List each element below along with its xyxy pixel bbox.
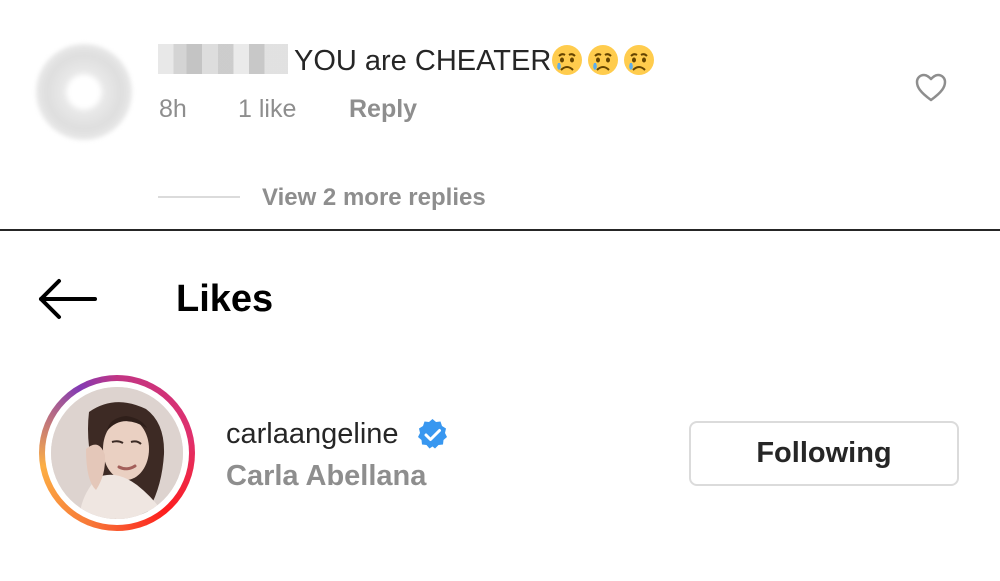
comment-text: YOU are CHEATER <box>294 45 552 77</box>
reply-button[interactable]: Reply <box>349 94 417 124</box>
crying-face-icon <box>588 45 618 75</box>
liker-full-name: Carla Abellana <box>226 460 427 492</box>
following-button[interactable]: Following <box>689 421 959 486</box>
heart-icon[interactable] <box>915 73 947 103</box>
back-arrow-icon[interactable] <box>38 277 98 321</box>
liker-username[interactable]: carlaangeline <box>226 417 399 451</box>
crying-face-icon <box>552 45 582 75</box>
crying-face-icon <box>624 45 654 75</box>
replies-divider <box>158 196 240 198</box>
story-ring[interactable] <box>39 375 195 531</box>
emoji-row <box>550 43 656 77</box>
avatar-border <box>45 381 189 525</box>
likes-panel: Likes carlaangeline Carla Abellana Follo… <box>0 231 1000 581</box>
page-title: Likes <box>176 278 274 320</box>
comment-time: 8h <box>159 95 187 123</box>
comment-panel: YOU are CHEATER 8h 1 like Reply View 2 m… <box>0 0 1000 229</box>
profile-photo-icon <box>51 387 183 519</box>
avatar[interactable] <box>51 387 183 519</box>
blurred-avatar[interactable] <box>36 44 132 140</box>
verified-badge-icon <box>418 419 447 449</box>
pixelated-username[interactable] <box>158 44 288 74</box>
view-more-replies-link[interactable]: View 2 more replies <box>262 183 486 213</box>
comment-like-count[interactable]: 1 like <box>238 94 296 124</box>
